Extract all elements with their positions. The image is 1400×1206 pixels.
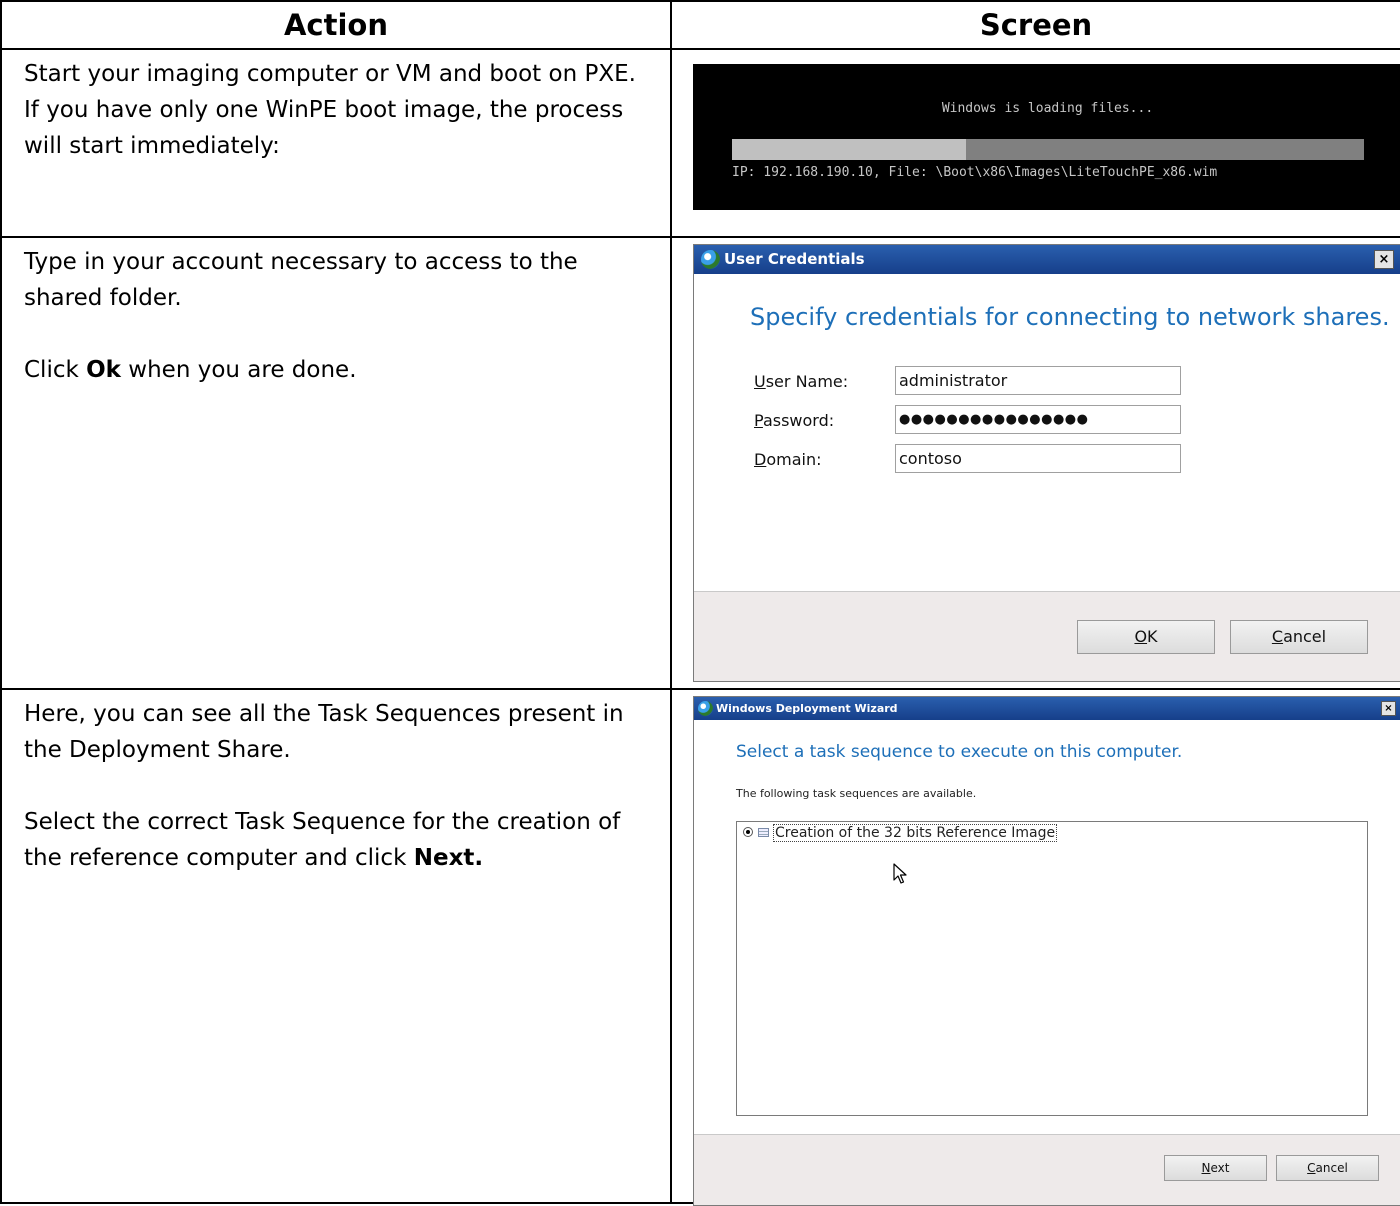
- password-field[interactable]: ●●●●●●●●●●●●●●●●: [895, 405, 1181, 434]
- deployment-globe-icon: [698, 701, 713, 716]
- dialog-footer: Next Cancel: [694, 1134, 1400, 1205]
- close-button[interactable]: ×: [1374, 250, 1394, 269]
- progress-bar-fill: [732, 139, 966, 160]
- action-text: Type in your account necessary to access…: [24, 249, 578, 311]
- deployment-wizard-dialog: Windows Deployment Wizard × Select a tas…: [693, 696, 1400, 1206]
- action-text-bold: Ok: [86, 357, 121, 383]
- screen-cell: User Credentials × Specify credentials f…: [670, 236, 1400, 690]
- task-sequence-label[interactable]: Creation of the 32 bits Reference Image: [773, 824, 1058, 842]
- radio-button-selected[interactable]: [743, 827, 753, 837]
- action-text: Click Ok when you are done.: [24, 352, 658, 388]
- deployment-globe-icon: [701, 250, 720, 269]
- action-cell: Type in your account necessary to access…: [0, 236, 672, 690]
- close-button[interactable]: ×: [1381, 701, 1396, 716]
- dialog-title: User Credentials: [724, 250, 865, 268]
- user-name-field[interactable]: administrator: [895, 366, 1181, 395]
- domain-label: Domain:: [754, 450, 822, 469]
- loading-text: Windows is loading files...: [941, 101, 1154, 116]
- table-row: Start your imaging computer or VM and bo…: [0, 48, 1400, 238]
- action-text-bold: Next.: [413, 845, 484, 871]
- action-text: Here, you can see all the Task Sequences…: [24, 701, 624, 763]
- dialog-heading: Specify credentials for connecting to ne…: [750, 303, 1390, 331]
- action-text: If you have only one WinPE boot image, t…: [24, 97, 624, 159]
- dialog-titlebar: User Credentials ×: [694, 245, 1400, 274]
- pxe-boot-screen: Windows is loading files... IP: 192.168.…: [693, 64, 1400, 210]
- task-sequence-list[interactable]: Creation of the 32 bits Reference Image: [736, 821, 1368, 1116]
- wizard-heading: Select a task sequence to execute on thi…: [736, 742, 1183, 762]
- user-name-label: User Name:: [754, 372, 849, 391]
- ip-file-line: IP: 192.168.190.10, File: \Boot\x86\Imag…: [732, 165, 1218, 180]
- dialog-footer: OK Cancel: [694, 591, 1400, 681]
- action-cell: Start your imaging computer or VM and bo…: [0, 48, 672, 238]
- task-sequence-icon: [758, 828, 769, 837]
- screen-cell: Windows is loading files... IP: 192.168.…: [670, 48, 1400, 238]
- next-button[interactable]: Next: [1164, 1155, 1267, 1181]
- action-text: Select the correct Task Sequence for the…: [24, 804, 658, 876]
- progress-bar: [732, 139, 1364, 160]
- action-cell: Here, you can see all the Task Sequences…: [0, 688, 672, 1204]
- screen-cell: Windows Deployment Wizard × Select a tas…: [670, 688, 1400, 1206]
- action-text-part: Click: [24, 357, 87, 383]
- screen-header: Screen: [670, 0, 1400, 50]
- domain-field[interactable]: contoso: [895, 444, 1181, 473]
- dialog-title: Windows Deployment Wizard: [716, 702, 898, 715]
- action-text-part: when you are done.: [120, 357, 357, 383]
- table-row: Here, you can see all the Task Sequences…: [0, 688, 1400, 1206]
- wizard-subtext: The following task sequences are availab…: [736, 787, 977, 800]
- password-label: Password:: [754, 411, 835, 430]
- cancel-button[interactable]: Cancel: [1230, 620, 1368, 654]
- mouse-pointer-icon: [893, 863, 907, 884]
- user-credentials-dialog: User Credentials × Specify credentials f…: [693, 244, 1400, 682]
- action-text-part: Select the correct Task Sequence for the…: [24, 809, 621, 871]
- ok-button[interactable]: OK: [1077, 620, 1215, 654]
- dialog-titlebar: Windows Deployment Wizard ×: [694, 697, 1400, 720]
- instructions-table: Action Screen Start your imaging compute…: [0, 0, 1400, 1206]
- table-row: Type in your account necessary to access…: [0, 236, 1400, 690]
- action-text: Start your imaging computer or VM and bo…: [24, 61, 636, 87]
- cancel-button[interactable]: Cancel: [1276, 1155, 1379, 1181]
- action-header: Action: [0, 0, 672, 50]
